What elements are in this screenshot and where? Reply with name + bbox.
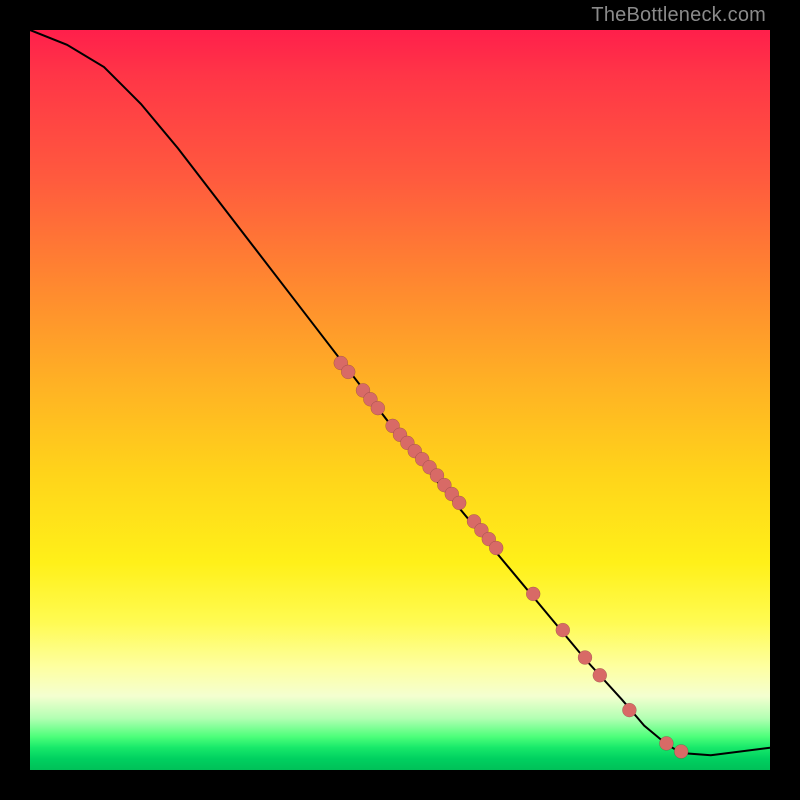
data-points: [334, 356, 688, 759]
chart-overlay: [30, 30, 770, 770]
data-point: [371, 401, 385, 415]
data-point: [556, 623, 570, 637]
watermark-text: TheBottleneck.com: [591, 4, 766, 27]
chart-frame: TheBottleneck.com: [0, 0, 800, 800]
data-point: [659, 736, 673, 750]
bottleneck-curve: [30, 30, 770, 755]
data-point: [452, 496, 466, 510]
data-point: [674, 745, 688, 759]
data-point: [593, 668, 607, 682]
data-point: [526, 587, 540, 601]
data-point: [622, 703, 636, 717]
data-point: [489, 541, 503, 555]
data-point: [341, 365, 355, 379]
data-point: [578, 651, 592, 665]
plot-area: [30, 30, 770, 770]
